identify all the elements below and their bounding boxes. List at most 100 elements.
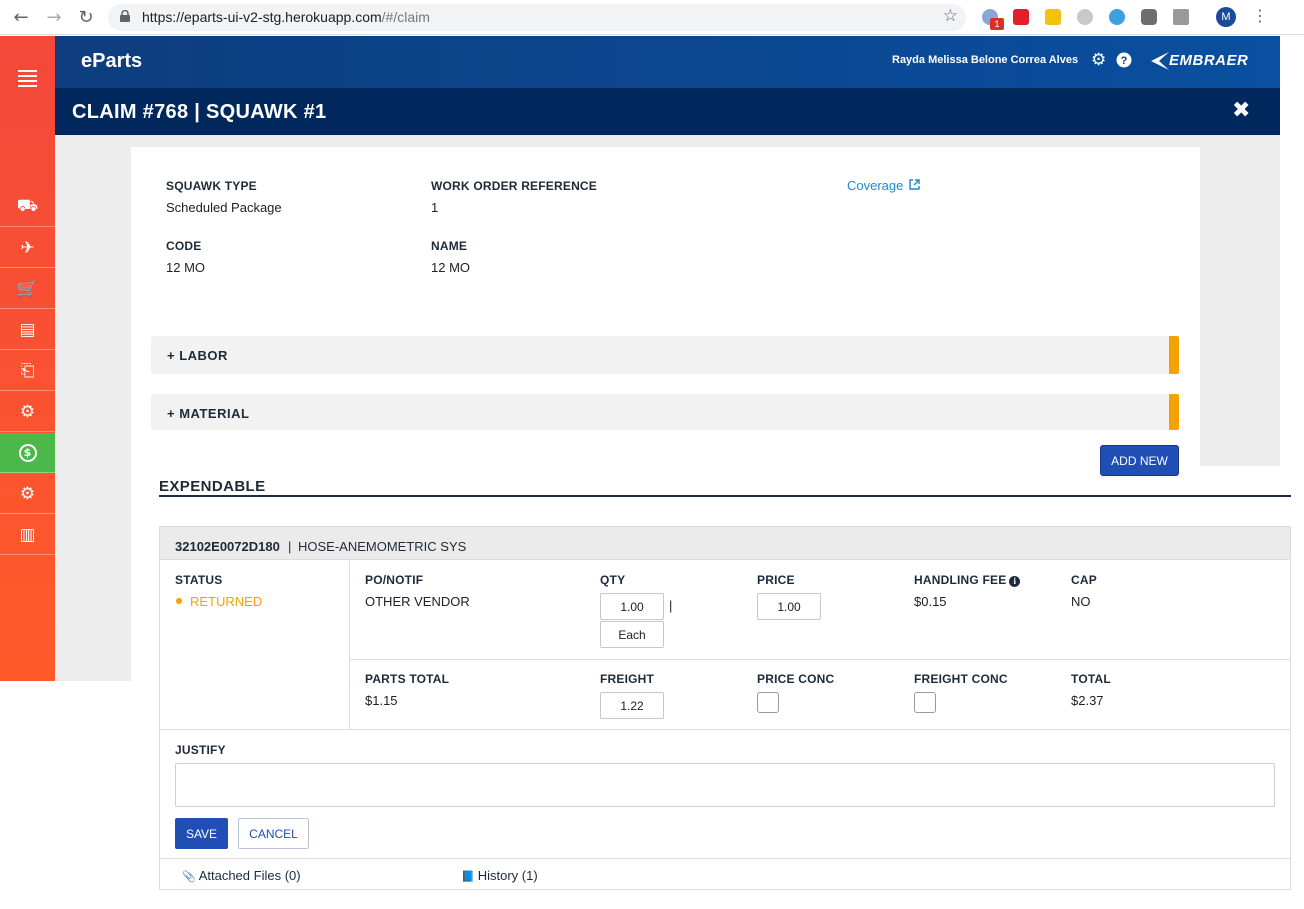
part-header: 32102E0072D180 | HOSE-ANEMOMETRIC SYS [160,527,1290,560]
material-accordion[interactable]: + MATERIAL [151,394,1179,430]
help-icon[interactable]: ? [1116,50,1132,73]
attached-files-link[interactable]: 📎 Attached Files (0) [182,868,301,883]
cap-value: NO [1071,594,1091,609]
freight-input[interactable]: 1.22 [600,692,664,719]
qty-input[interactable]: 1.00 [600,593,664,620]
url-host: https://eparts-ui-v2-stg.herokuapp.com [142,9,382,25]
price-input[interactable]: 1.00 [757,593,821,620]
money-icon: $ [18,443,37,462]
document-icon: ▤ [19,319,36,340]
info-icon[interactable]: i [1009,576,1021,587]
grid-extension-icon[interactable] [1173,9,1189,25]
keep-extension-icon[interactable] [1045,9,1061,25]
history-link[interactable]: 📘 History (1) [461,868,538,883]
browser-toolbar: ← → ↻ https://eparts-ui-v2-stg.herokuapp… [0,0,1304,35]
gear-icon[interactable]: ⚙ [1091,50,1106,70]
circle-extension-icon[interactable] [1077,9,1093,25]
cart-icon: 🛒 [16,278,39,299]
hamburger-menu-icon[interactable] [18,70,37,90]
justify-divider [160,729,1290,730]
sidebar-item-exchange-gears[interactable]: ⚙ [0,392,55,432]
coverage-link[interactable]: Coverage [847,178,920,193]
name-value: 12 MO [431,260,471,275]
sidebar-item-cart[interactable]: 🛒 [0,269,55,309]
qty-label: QTY [600,573,626,587]
sidebar-item-return-box[interactable]: ⎗ [0,351,55,391]
work-order-label: WORK ORDER REFERENCE [431,179,598,193]
sidebar-item-plane[interactable]: ✈ [0,228,55,268]
labor-accordion[interactable]: + LABOR [151,336,1179,374]
save-button[interactable]: SAVE [175,818,228,849]
justify-label: JUSTIFY [175,743,226,757]
app-header: eParts Rayda Melissa Belone Correa Alves… [55,36,1280,88]
book-icon: 📘 [461,870,475,883]
external-link-icon [909,179,920,190]
svg-text:?: ? [1121,55,1128,67]
unit-select[interactable]: Each [600,621,664,648]
freight-label: FREIGHT [600,672,655,686]
handling-fee-label: HANDLING FEE i [914,573,1021,587]
page-title: CLAIM #768 | SQUAWK #1 [72,101,327,123]
part-description: HOSE-ANEMOMETRIC SYS [298,539,467,554]
browser-menu-icon[interactable]: ⋮ [1252,6,1268,25]
status-value: RETURNED [190,594,263,609]
handling-fee-label-text: HANDLING FEE [914,573,1007,587]
attached-files-label: Attached Files (0) [198,868,301,883]
cancel-button[interactable]: CANCEL [238,818,309,849]
price-conc-checkbox[interactable] [757,692,779,713]
close-icon[interactable]: ✖ [1232,98,1250,123]
sidebar-item-settings-gears[interactable]: ⚙ [0,474,55,514]
sidebar-item-truck[interactable]: ⛟ [0,187,55,227]
material-accordion-label: + MATERIAL [167,406,250,421]
total-label: TOTAL [1071,672,1111,686]
plane-icon: ✈ [20,237,35,258]
check-extension-icon[interactable] [1109,9,1125,25]
parts-total-label: PARTS TOTAL [365,672,450,686]
squawk-type-label: SQUAWK TYPE [166,179,257,193]
bookmark-star-icon[interactable]: ☆ [943,6,958,26]
reload-icon[interactable]: ↻ [75,7,97,29]
title-bar: CLAIM #768 | SQUAWK #1 ✖ [55,88,1280,135]
address-bar[interactable]: https://eparts-ui-v2-stg.herokuapp.com/#… [108,4,966,31]
status-column-divider [349,561,350,730]
name-label: NAME [431,239,468,253]
code-value: 12 MO [166,260,206,275]
exchange-gears-icon: ⚙ [19,401,36,422]
extension-badge: 1 [990,18,1004,30]
profile-avatar[interactable]: M [1216,7,1236,27]
bar-chart-icon: ▥ [19,524,36,545]
coverage-link-label: Coverage [847,178,904,193]
forward-arrow-icon[interactable]: → [43,7,65,29]
total-value: $2.37 [1071,693,1104,708]
shield-extension-icon[interactable] [1141,9,1157,25]
parts-total-value: $1.15 [365,693,398,708]
part-header-separator: | [288,539,292,554]
status-label: STATUS [175,573,223,587]
price-conc-label: PRICE CONC [757,672,835,686]
justify-textarea[interactable] [175,763,1275,807]
expendable-part-card: 32102E0072D180 | HOSE-ANEMOMETRIC SYS ST… [159,526,1291,890]
content-background-left [55,466,131,681]
part-number: 32102E0072D180 [175,539,280,554]
url-path: /#/claim [381,9,430,25]
expendable-title: EXPENDABLE [159,478,266,495]
brand-logo[interactable]: eParts [81,50,142,73]
work-order-value: 1 [431,200,439,215]
expendable-divider [159,495,1291,497]
qty-separator: | [669,598,673,613]
paperclip-icon: 📎 [182,870,196,883]
back-arrow-icon[interactable]: ← [10,7,32,29]
sidebar-item-bar-chart[interactable]: ▥ [0,515,55,555]
add-new-button[interactable]: ADD NEW [1100,445,1179,476]
footer-divider [160,858,1290,859]
lock-icon [120,10,130,22]
code-label: CODE [166,239,202,253]
freight-conc-checkbox[interactable] [914,692,936,713]
squawk-type-value: Scheduled Package [166,200,282,215]
sidebar-item-document[interactable]: ▤ [0,310,55,350]
po-notif-value: OTHER VENDOR [365,594,470,609]
video-extension-icon[interactable] [1013,9,1029,25]
sidebar-item-money[interactable]: $ [0,433,55,473]
user-name[interactable]: Rayda Melissa Belone Correa Alves [892,54,1078,66]
embraer-logo: EMBRAER [1169,52,1249,69]
